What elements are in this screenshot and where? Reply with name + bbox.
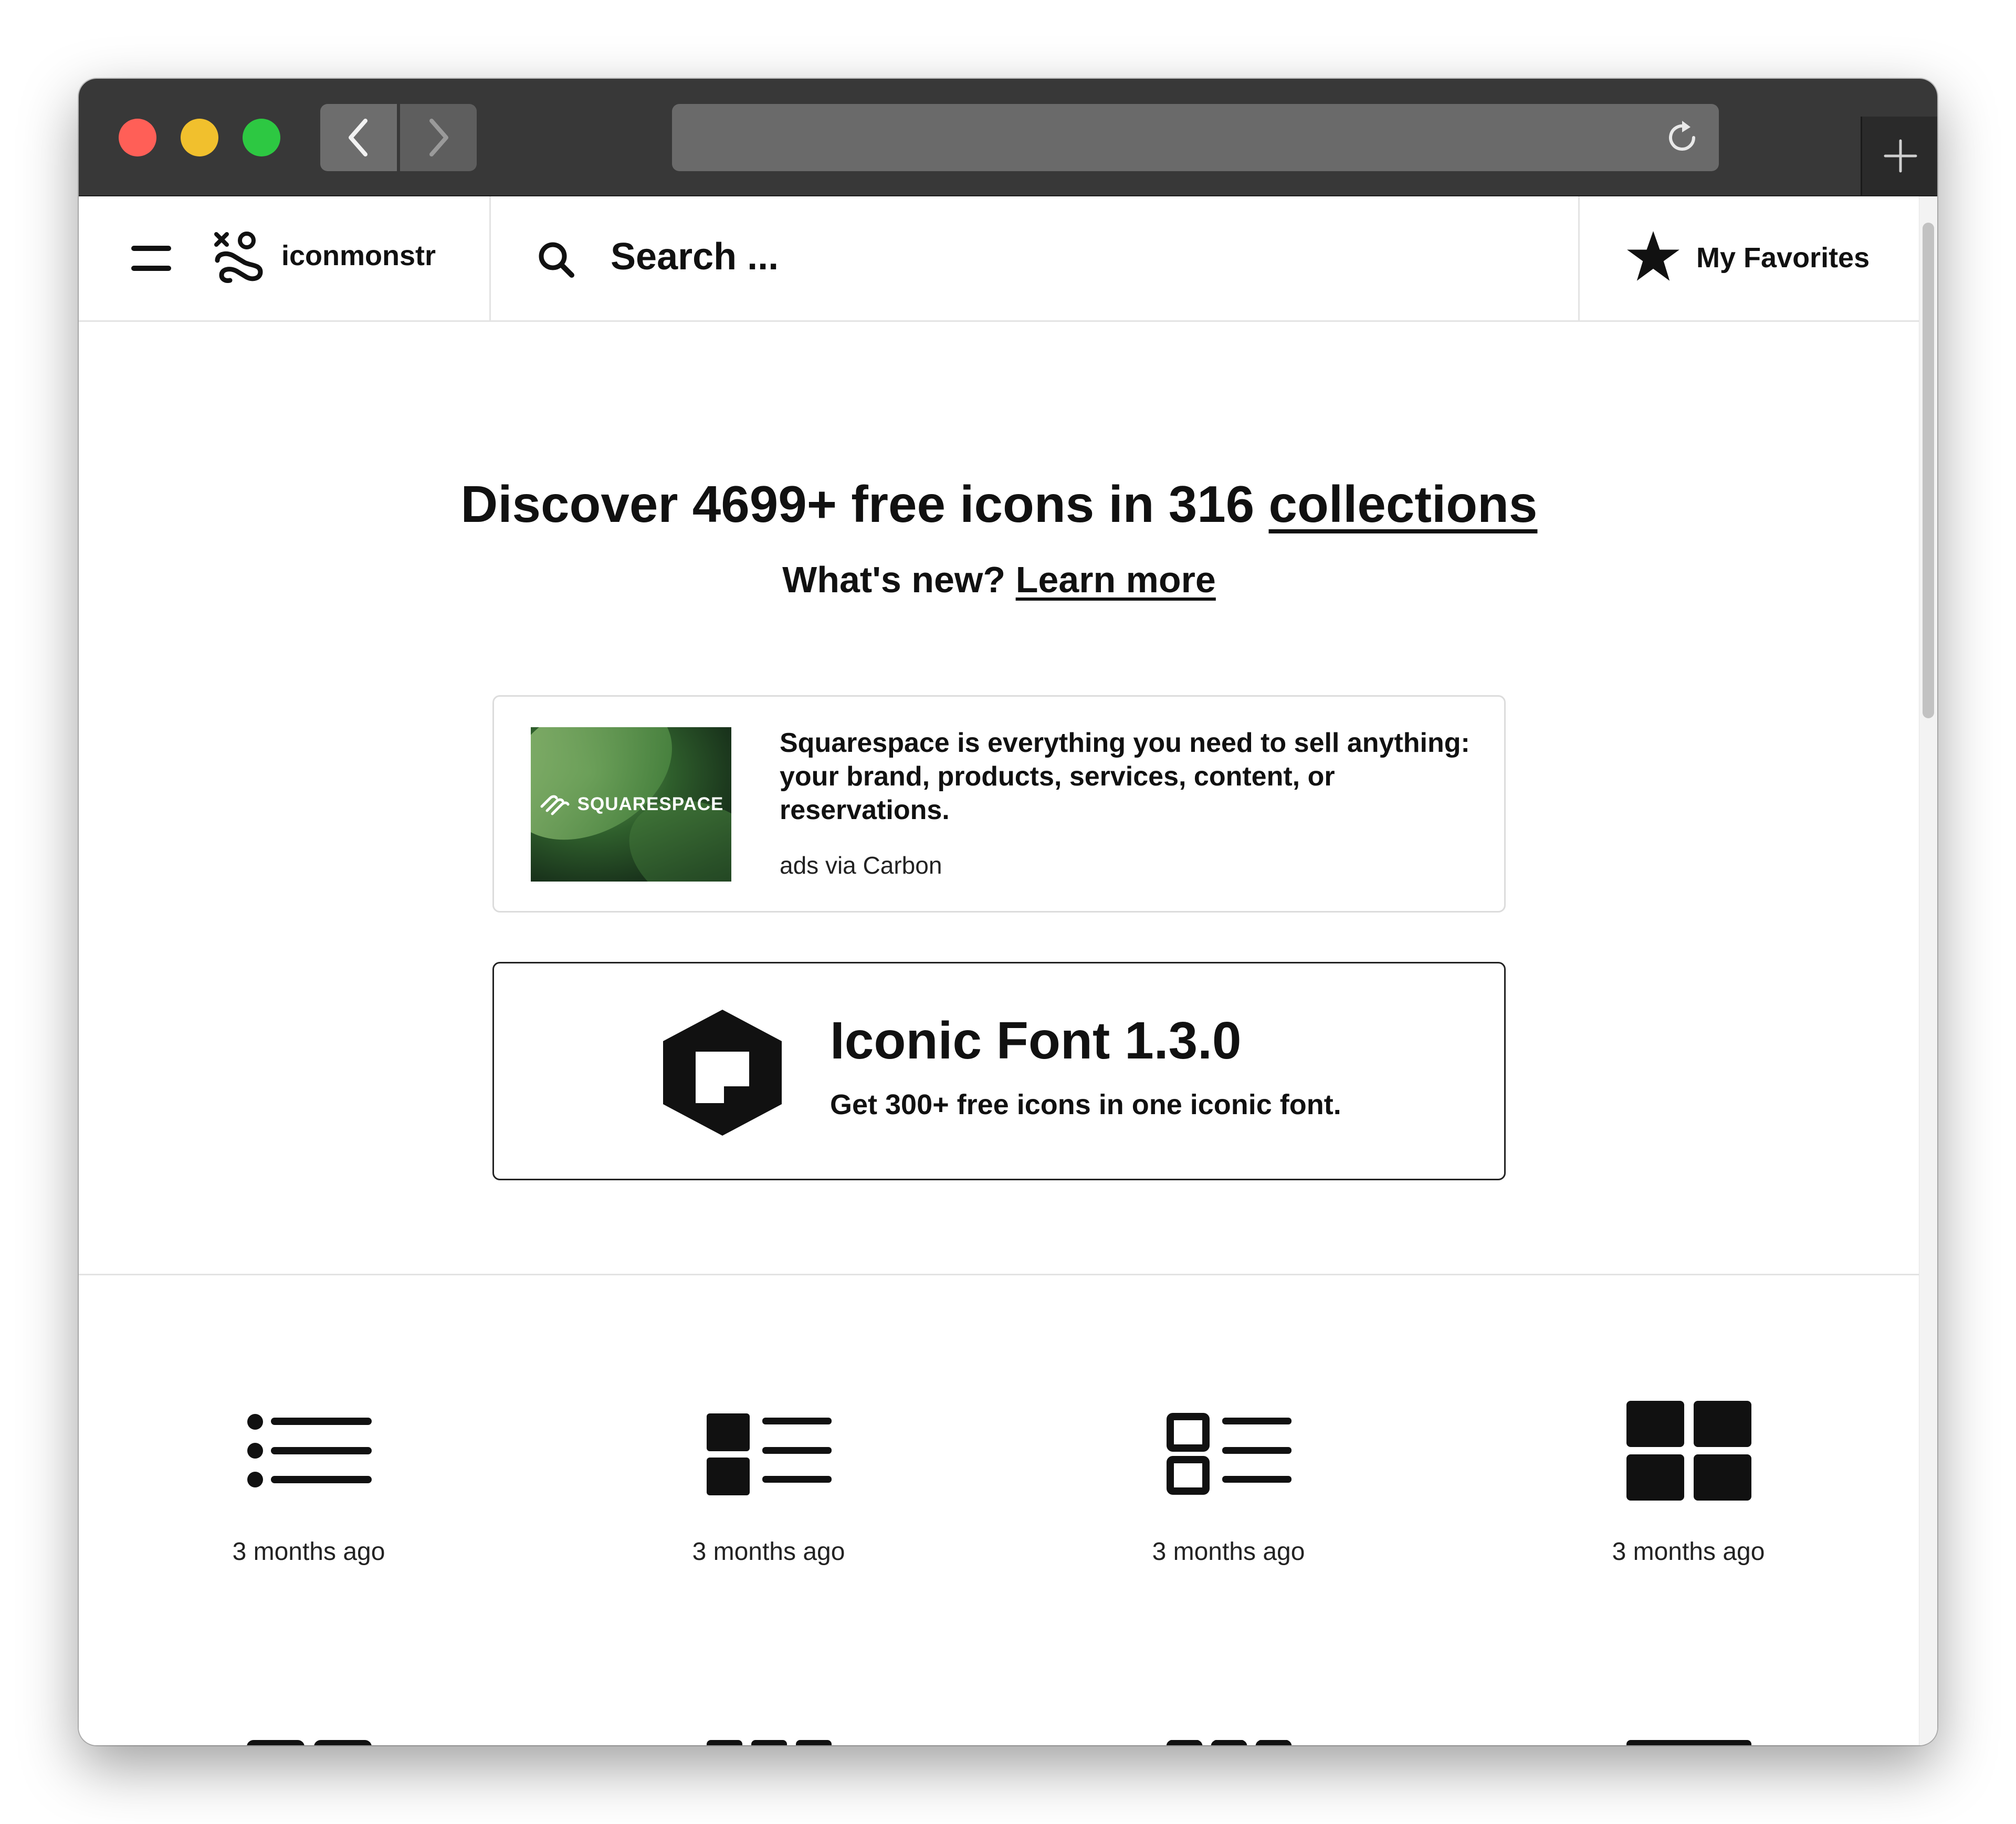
search-icon (539, 242, 574, 278)
promo-subtitle: Get 300+ free icons in one iconic font. (830, 1089, 1341, 1120)
ad-image[interactable]: SQUARESPACE (531, 727, 731, 882)
scrollbar-track[interactable] (1919, 196, 1937, 1745)
iconic-font-logo-icon (663, 1010, 782, 1136)
minimize-window-button[interactable] (181, 119, 218, 156)
address-bar[interactable] (672, 104, 1719, 171)
forward-button[interactable] (400, 104, 477, 171)
whats-new-text: What's new? (782, 559, 1006, 600)
icon-date: 3 months ago (1612, 1538, 1765, 1566)
iconmonstr-logo-icon[interactable] (212, 231, 265, 284)
search-input[interactable]: Search ... (611, 235, 779, 278)
maximize-window-button[interactable] (243, 119, 280, 156)
search-area[interactable]: Search ... (491, 196, 1577, 320)
block-list-icon (707, 1413, 832, 1495)
icon-grid: 3 months ago 3 months ago 3 months ago 3… (79, 1278, 1919, 1745)
page-content: iconmonstr Search ... My Favorites Disco… (79, 196, 1937, 1745)
brand-name[interactable]: iconmonstr (281, 239, 436, 272)
grid-2x2-outline-icon (247, 1740, 372, 1745)
hero-title-text: Discover 4699+ free icons in 316 (460, 475, 1255, 533)
chevron-left-icon (349, 119, 368, 156)
close-window-button[interactable] (119, 119, 156, 156)
bullet-list-icon (247, 1414, 372, 1487)
icon-date: 3 months ago (692, 1538, 845, 1566)
grid-2x2-filled-icon (1626, 1401, 1751, 1501)
grid-3x3-filled-icon (707, 1740, 832, 1745)
hamburger-menu-icon[interactable] (131, 246, 171, 273)
outline-list-icon (1167, 1413, 1292, 1495)
icon-date: 3 months ago (232, 1538, 385, 1566)
learn-more-link[interactable]: Learn more (1016, 559, 1216, 600)
grid-3x3-outline-icon (1167, 1740, 1292, 1745)
ads-via-carbon-link[interactable]: ads via Carbon (780, 851, 942, 879)
hero-subtitle: What's new? Learn more (79, 559, 1919, 601)
ad-text[interactable]: Squarespace is everything you need to se… (780, 726, 1478, 827)
ad-image-text: SQUARESPACE (577, 794, 724, 814)
browser-titlebar (79, 79, 1937, 196)
hero-title: Discover 4699+ free icons in 316 collect… (79, 475, 1919, 534)
icon-date: 3 months ago (1152, 1538, 1305, 1566)
section-divider (79, 1274, 1919, 1275)
star-icon (1627, 231, 1679, 281)
my-favorites-label: My Favorites (1696, 242, 1870, 274)
promo-title: Iconic Font 1.3.0 (830, 1011, 1242, 1070)
carbon-ad[interactable]: SQUARESPACE Squarespace is everything yo… (492, 695, 1506, 913)
back-button[interactable] (320, 104, 397, 171)
scrollbar-thumb[interactable] (1923, 223, 1934, 718)
browser-window: iconmonstr Search ... My Favorites Disco… (79, 79, 1937, 1745)
chevron-right-icon (429, 119, 448, 156)
squarespace-logo-icon (540, 795, 570, 815)
iconic-font-promo[interactable]: Iconic Font 1.3.0 Get 300+ free icons in… (492, 962, 1506, 1180)
brand-area: iconmonstr (79, 196, 491, 320)
site-header: iconmonstr Search ... My Favorites (79, 196, 1919, 322)
plus-icon (1884, 139, 1917, 173)
collections-link[interactable]: collections (1269, 475, 1538, 533)
banner-grid-icon (1626, 1740, 1751, 1745)
new-tab-button[interactable] (1861, 117, 1937, 195)
my-favorites-link[interactable]: My Favorites (1578, 196, 1921, 320)
reload-icon[interactable] (1661, 117, 1703, 159)
